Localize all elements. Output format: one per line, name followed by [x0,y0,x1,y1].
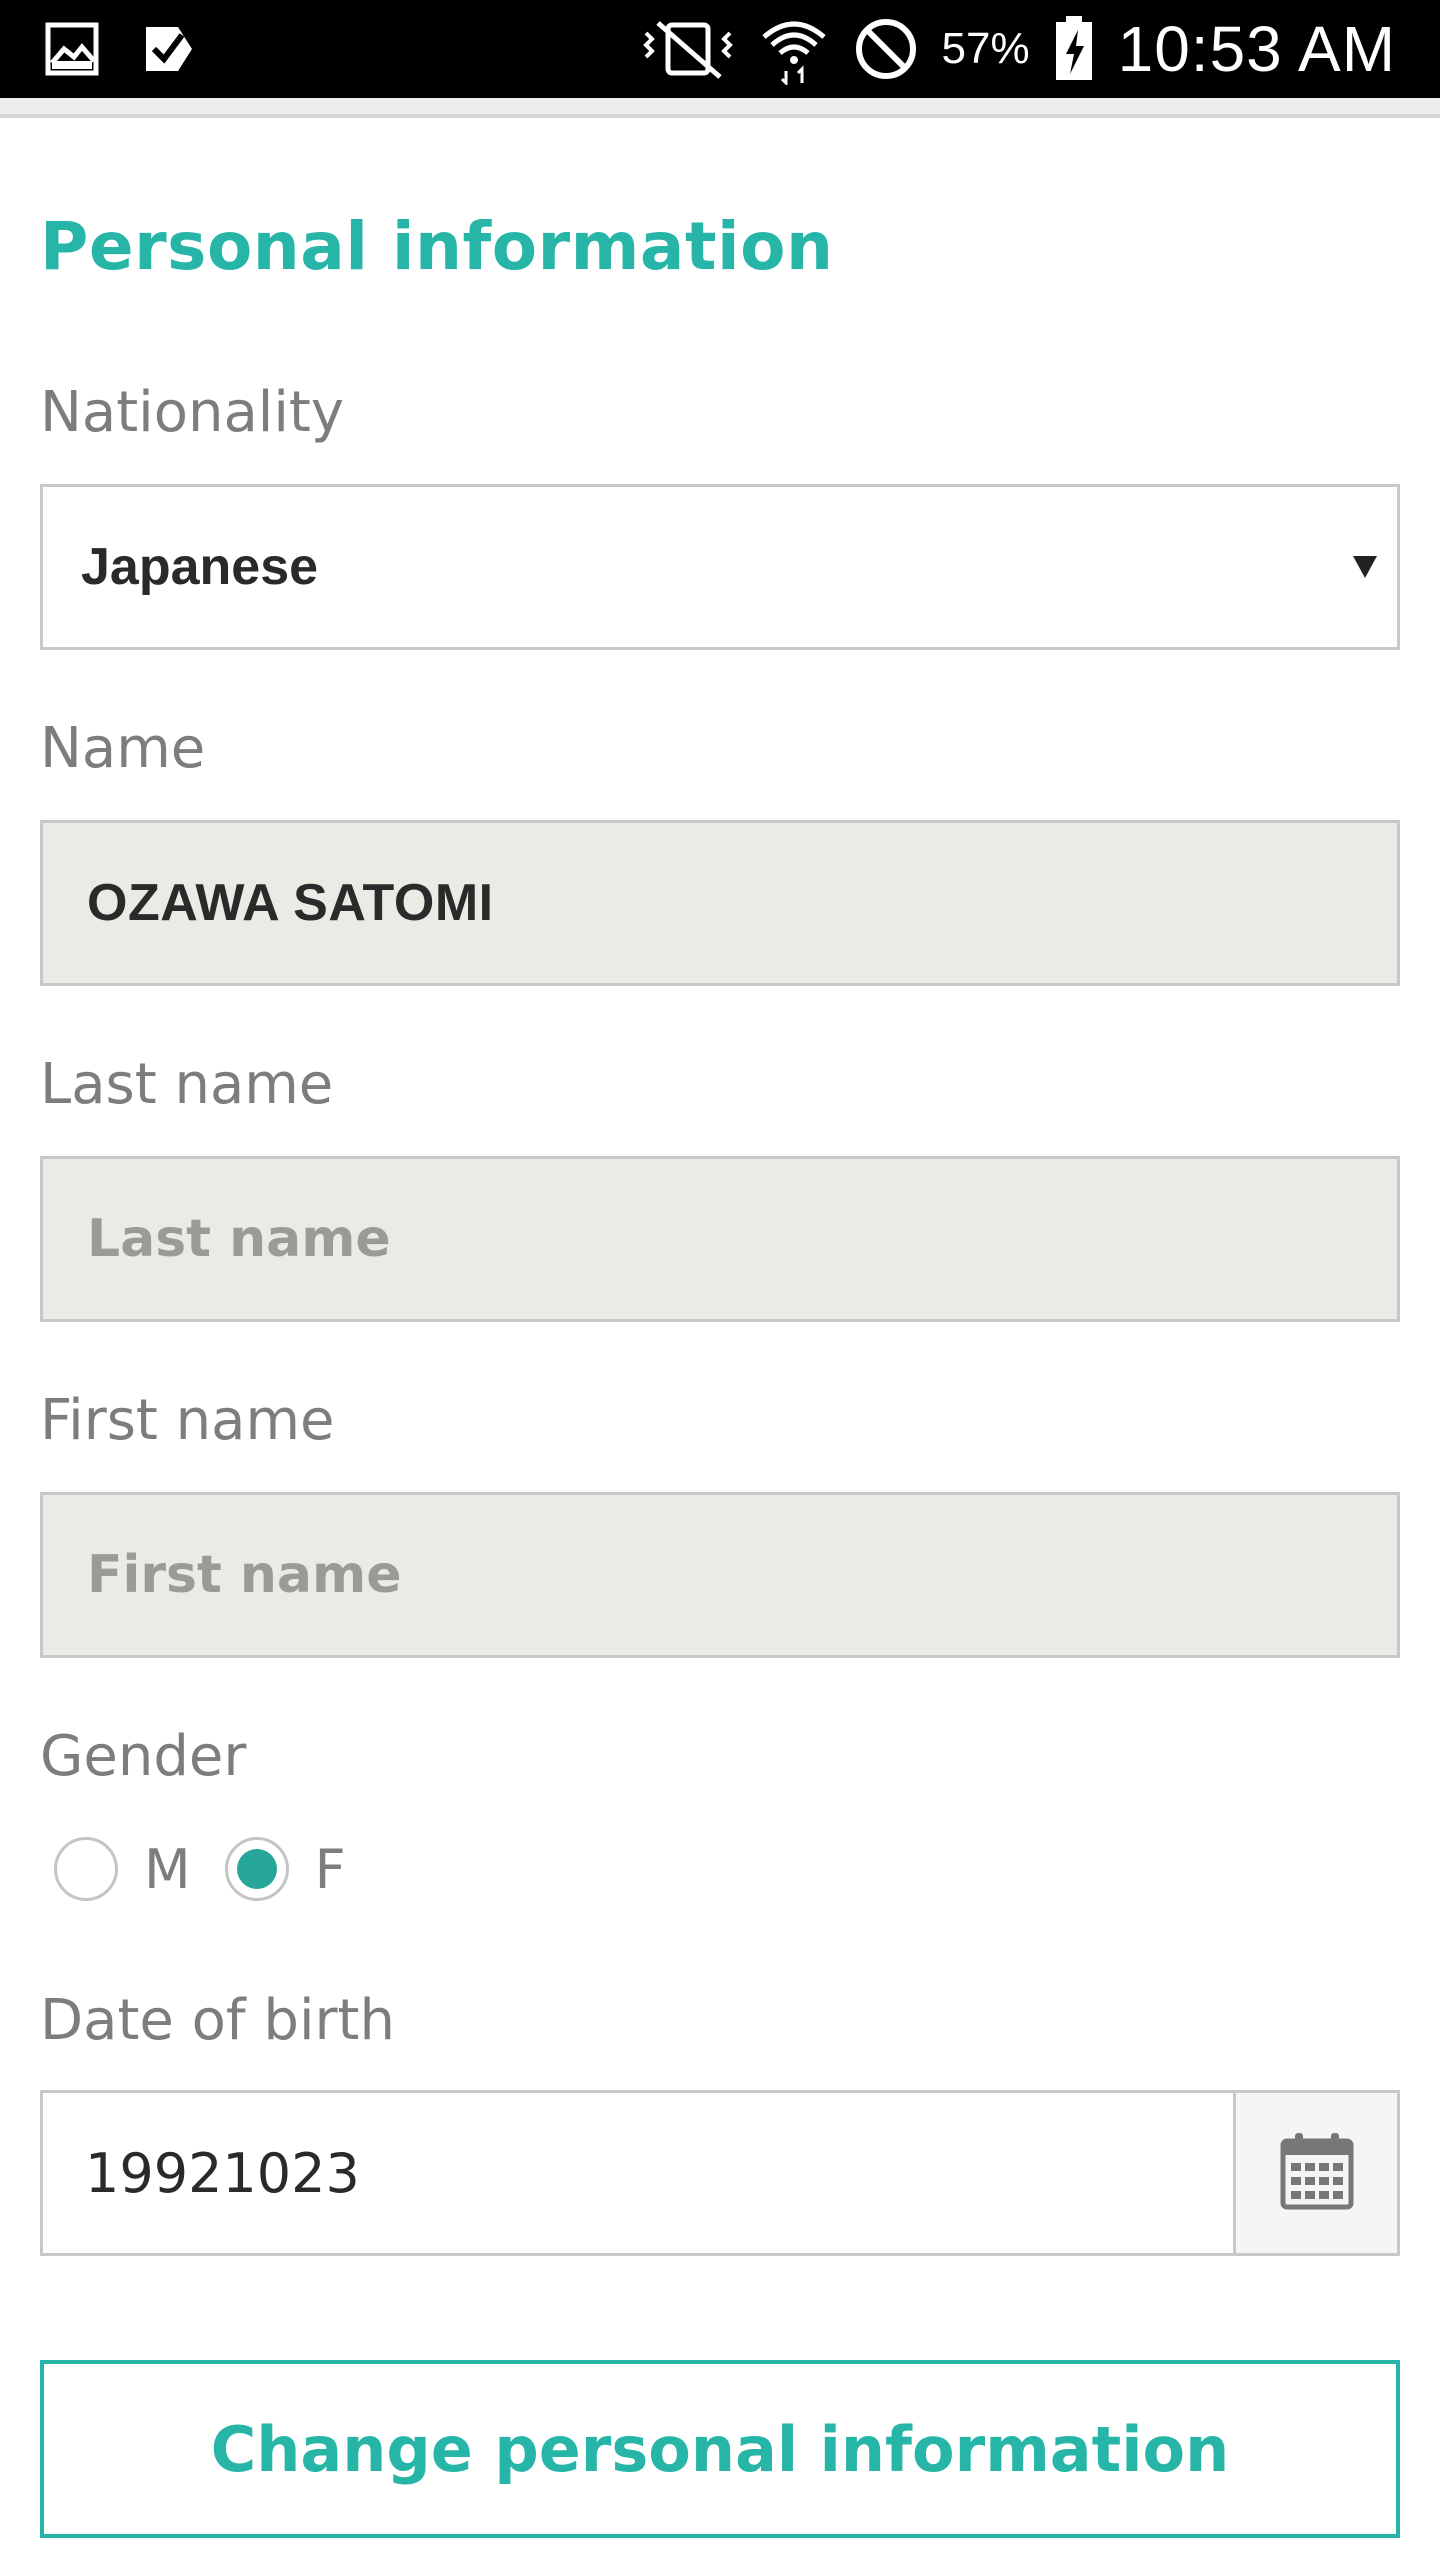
name-label: Name [40,716,206,781]
clock-time: 10:53 AM [1117,13,1396,85]
calendar-button[interactable] [1233,2093,1397,2253]
do-not-disturb-icon [852,15,920,83]
first-name-field[interactable]: First name [40,1492,1400,1658]
top-divider [0,98,1440,118]
dropdown-arrow-icon [1353,556,1377,578]
nationality-label: Nationality [40,380,345,445]
section-title: Personal information [40,208,834,285]
gender-label: Gender [40,1724,247,1789]
gender-radio-f[interactable] [224,1837,289,1901]
last-name-label: Last name [40,1052,334,1117]
name-field[interactable]: OZAWA SATOMI [40,820,1400,986]
gallery-icon [44,21,100,77]
first-name-placeholder: First name [87,1545,402,1605]
nationality-value: Japanese [81,538,319,596]
change-personal-information-button[interactable]: Change personal information [40,2360,1400,2538]
gender-radio-m[interactable] [54,1837,118,1901]
mute-vibrate-icon [640,19,736,79]
last-name-placeholder: Last name [87,1209,391,1269]
wifi-icon [758,13,830,85]
gender-label-f: F [314,1837,346,1901]
status-bar-left [44,21,240,77]
task-check-icon [142,21,198,77]
first-name-label: First name [40,1388,335,1453]
gender-label-m: M [144,1837,191,1901]
date-of-birth-label: Date of birth [40,1988,396,2053]
nationality-select[interactable]: Japanese [40,484,1400,650]
radio-selected-dot [236,1849,277,1889]
date-of-birth-input[interactable]: 19921023 [43,2093,1233,2253]
calendar-icon [1279,2131,1355,2216]
battery-percentage: 57% [941,24,1030,73]
status-bar-right: 57% 10:53 AM [618,12,1396,86]
gender-radio-group: M F [54,1834,380,1904]
last-name-field[interactable]: Last name [40,1156,1400,1322]
status-bar: 57% 10:53 AM [0,0,1440,98]
change-personal-information-label: Change personal information [210,2412,1230,2486]
date-of-birth-field: 19921023 [40,2090,1400,2256]
battery-charging-icon [1052,16,1096,82]
date-of-birth-value: 19921023 [85,2141,360,2205]
name-value: OZAWA SATOMI [87,874,494,932]
